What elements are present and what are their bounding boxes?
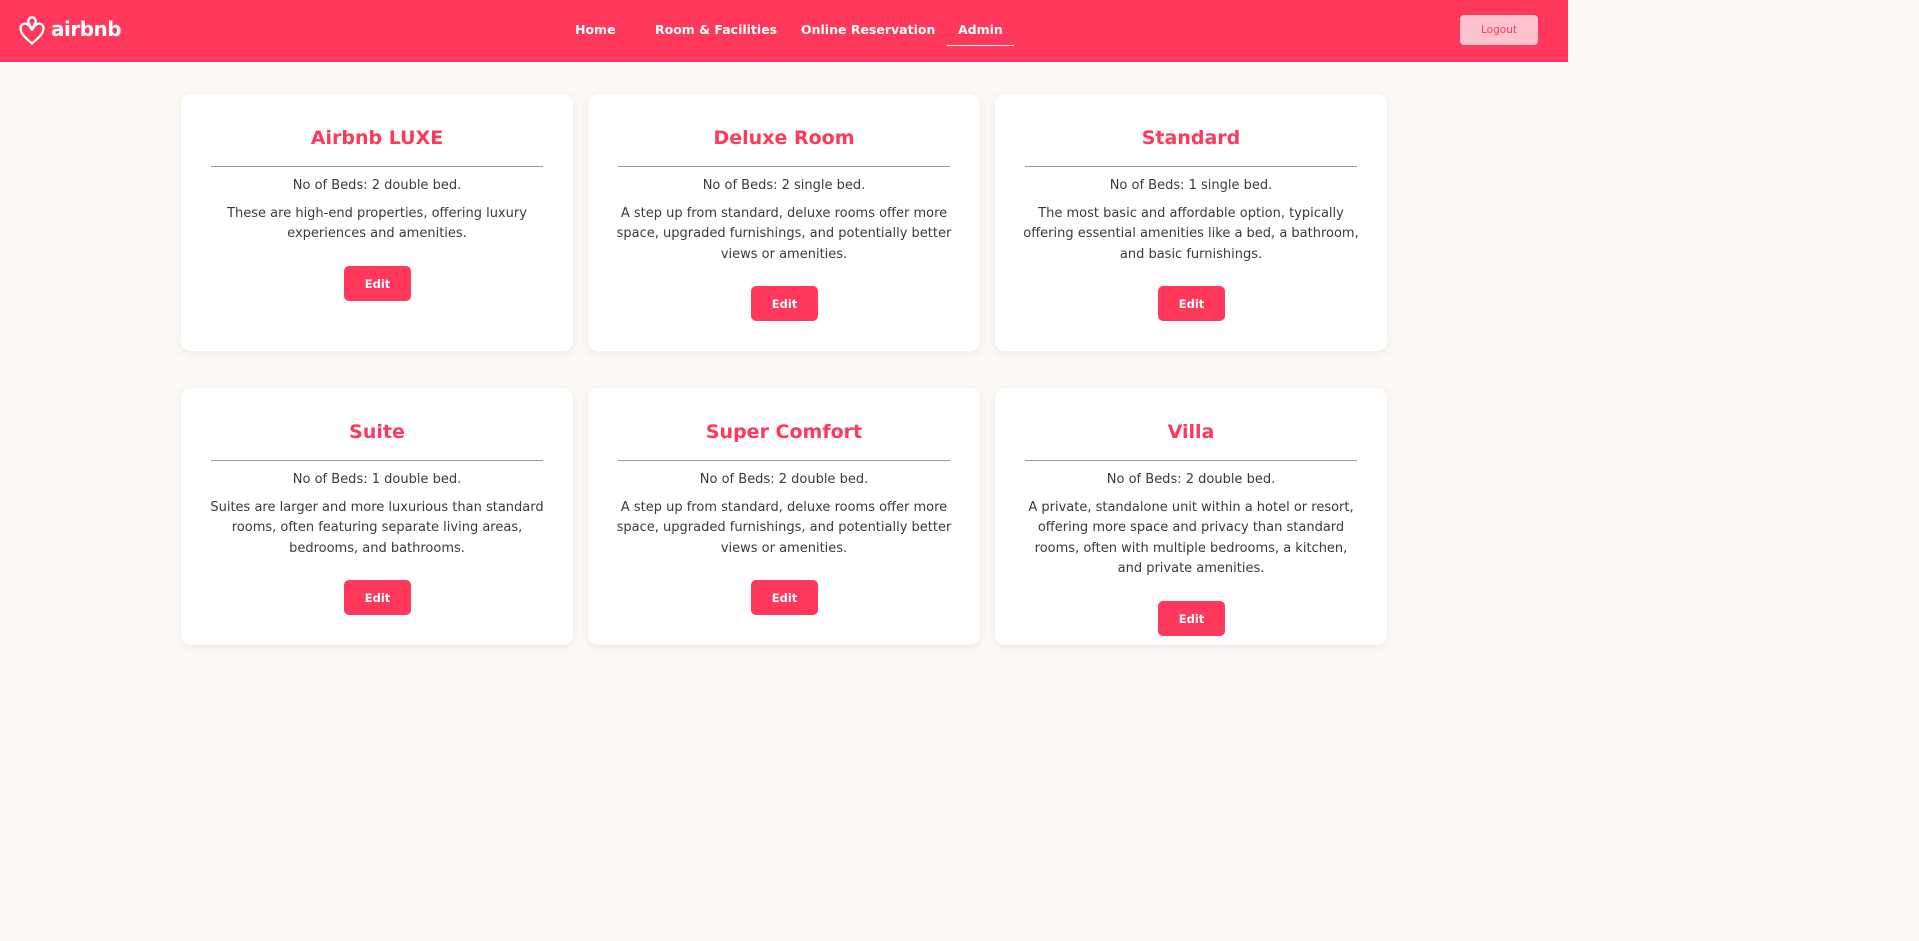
edit-button[interactable]: Edit bbox=[344, 580, 411, 615]
room-title: Super Comfort bbox=[705, 421, 863, 443]
divider bbox=[1025, 166, 1357, 167]
divider bbox=[1025, 460, 1357, 461]
room-beds: No of Beds: 1 double bed. bbox=[292, 472, 462, 487]
room-description: A step up from standard, deluxe rooms of… bbox=[616, 500, 952, 556]
room-card: Villa No of Beds: 2 double bed. A privat… bbox=[995, 388, 1387, 645]
divider bbox=[211, 166, 543, 167]
room-beds: No of Beds: 2 double bed. bbox=[292, 178, 462, 193]
room-card: Suite No of Beds: 1 double bed. Suites a… bbox=[181, 388, 573, 645]
edit-button[interactable]: Edit bbox=[1158, 286, 1225, 321]
logout-button[interactable]: Logout bbox=[1460, 15, 1538, 45]
nav-admin[interactable]: Admin bbox=[947, 20, 1014, 46]
room-title: Airbnb LUXE bbox=[310, 127, 444, 149]
nav-online-reservation[interactable]: Online Reservation bbox=[801, 20, 935, 40]
edit-button[interactable]: Edit bbox=[751, 580, 818, 615]
top-navbar: airbnb Home Room & Facilities Online Res… bbox=[0, 0, 1568, 62]
room-description: These are high-end properties, offering … bbox=[227, 206, 527, 242]
edit-button[interactable]: Edit bbox=[344, 266, 411, 301]
room-card: Super Comfort No of Beds: 2 double bed. … bbox=[588, 388, 980, 645]
room-description: Suites are larger and more luxurious tha… bbox=[210, 500, 544, 556]
divider bbox=[618, 166, 950, 167]
main-nav: Home Room & Facilities Online Reservatio… bbox=[0, 0, 1568, 62]
nav-room-facilities[interactable]: Room & Facilities bbox=[655, 20, 777, 40]
divider bbox=[618, 460, 950, 461]
room-beds: No of Beds: 2 double bed. bbox=[699, 472, 869, 487]
divider bbox=[211, 460, 543, 461]
room-card: Deluxe Room No of Beds: 2 single bed. A … bbox=[588, 94, 980, 351]
room-description: A private, standalone unit within a hote… bbox=[1028, 500, 1354, 577]
room-title: Deluxe Room bbox=[713, 127, 855, 149]
room-description: A step up from standard, deluxe rooms of… bbox=[616, 206, 952, 262]
room-title: Villa bbox=[1167, 421, 1215, 443]
room-title: Suite bbox=[349, 421, 405, 443]
edit-button[interactable]: Edit bbox=[1158, 601, 1225, 636]
room-title: Standard bbox=[1141, 127, 1241, 149]
room-card: Standard No of Beds: 1 single bed. The m… bbox=[995, 94, 1387, 351]
room-beds: No of Beds: 1 single bed. bbox=[1109, 178, 1273, 193]
nav-home[interactable]: Home bbox=[575, 20, 616, 40]
room-card: Airbnb LUXE No of Beds: 2 double bed. Th… bbox=[181, 94, 573, 351]
room-description: The most basic and affordable option, ty… bbox=[1023, 206, 1359, 262]
edit-button[interactable]: Edit bbox=[751, 286, 818, 321]
room-beds: No of Beds: 2 single bed. bbox=[702, 178, 866, 193]
room-beds: No of Beds: 2 double bed. bbox=[1106, 472, 1276, 487]
